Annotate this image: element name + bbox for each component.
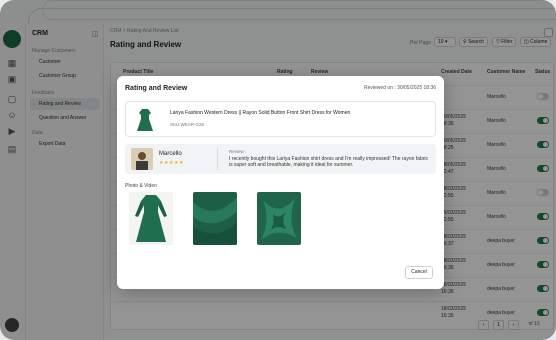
review-photo[interactable]	[129, 192, 173, 245]
product-card: Lariya Fashion Western Dress || Rayon So…	[125, 101, 436, 137]
customer-name: Marcello	[159, 151, 182, 157]
review-text: I recently bought this Lariya Fashion sh…	[229, 156, 429, 168]
review-photo[interactable]	[257, 192, 301, 245]
review-label: Review :	[229, 149, 247, 154]
review-modal: Rating and Review Reviewed on : 30/05/20…	[117, 76, 444, 289]
rating-stars: ★★★★★	[159, 160, 184, 166]
review-photo[interactable]	[193, 192, 237, 245]
review-card: Marcello ★★★★★ Review : I recently bough…	[125, 144, 436, 174]
customer-avatar	[131, 148, 153, 170]
modal-title: Rating and Review	[125, 85, 188, 92]
divider	[217, 148, 218, 170]
product-sku: SKU:WEAR-G26	[170, 122, 205, 127]
product-thumbnail	[132, 107, 158, 133]
reviewed-on: Reviewed on : 30/05/2025 18:36	[364, 85, 436, 91]
app-window: ▦ ▣ ▢ ☺ ▶ ▤ CRM ◫ Manage Customers Custo…	[0, 0, 556, 340]
cancel-button[interactable]: Cancel	[405, 266, 433, 279]
product-name: Lariya Fashion Western Dress || Rayon So…	[170, 110, 351, 116]
media-label: Photo & Video	[125, 183, 157, 189]
